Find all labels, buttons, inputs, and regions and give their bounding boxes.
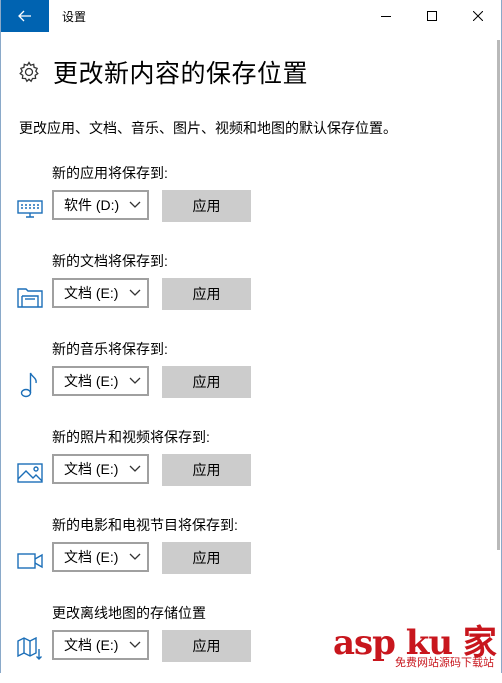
drive-dropdown[interactable]: 软件 (D:) bbox=[52, 190, 149, 220]
documents-folder-icon bbox=[15, 283, 45, 311]
drive-dropdown[interactable]: 文档 (E:) bbox=[52, 278, 149, 308]
save-location-photos: 新的照片和视频将保存到: 文档 (E:) 应用 bbox=[1, 427, 501, 507]
chevron-down-icon bbox=[129, 289, 141, 296]
dropdown-value: 文档 (E:) bbox=[64, 549, 119, 565]
gear-icon bbox=[19, 61, 39, 83]
apply-button[interactable]: 应用 bbox=[162, 630, 251, 662]
maximize-icon bbox=[427, 11, 437, 21]
apply-button[interactable]: 应用 bbox=[162, 278, 251, 310]
minimize-button[interactable] bbox=[363, 0, 409, 32]
page-description: 更改应用、文档、音乐、图片、视频和地图的默认保存位置。 bbox=[19, 120, 397, 136]
window-title: 设置 bbox=[62, 10, 87, 24]
close-icon bbox=[473, 11, 483, 21]
maximize-button[interactable] bbox=[409, 0, 455, 32]
save-location-music: 新的音乐将保存到: 文档 (E:) 应用 bbox=[1, 339, 501, 419]
chevron-down-icon bbox=[129, 641, 141, 648]
section-label: 新的音乐将保存到: bbox=[52, 341, 168, 357]
section-label: 新的电影和电视节目将保存到: bbox=[52, 517, 238, 533]
drive-dropdown[interactable]: 文档 (E:) bbox=[52, 542, 149, 572]
chevron-down-icon bbox=[129, 201, 141, 208]
apply-button[interactable]: 应用 bbox=[162, 366, 251, 398]
save-location-apps: 新的应用将保存到: 软件 (D:) 应用 bbox=[1, 163, 501, 243]
close-button[interactable] bbox=[455, 0, 501, 32]
drive-dropdown[interactable]: 文档 (E:) bbox=[52, 630, 149, 660]
drive-dropdown[interactable]: 文档 (E:) bbox=[52, 454, 149, 484]
picture-icon bbox=[15, 459, 45, 487]
drive-dropdown[interactable]: 文档 (E:) bbox=[52, 366, 149, 396]
title-bar: 设置 bbox=[1, 0, 501, 32]
scrollbar[interactable] bbox=[497, 40, 500, 550]
dropdown-value: 软件 (D:) bbox=[64, 197, 120, 213]
section-label: 新的照片和视频将保存到: bbox=[52, 429, 210, 445]
save-location-movies: 新的电影和电视节目将保存到: 文档 (E:) 应用 bbox=[1, 515, 501, 595]
dropdown-value: 文档 (E:) bbox=[64, 461, 119, 477]
save-location-offline-maps: 更改离线地图的存储位置 文档 (E:) 应用 bbox=[1, 603, 501, 683]
save-location-documents: 新的文档将保存到: 文档 (E:) 应用 bbox=[1, 251, 501, 331]
apply-button[interactable]: 应用 bbox=[162, 454, 251, 486]
dropdown-value: 文档 (E:) bbox=[64, 285, 119, 301]
apply-button[interactable]: 应用 bbox=[162, 190, 251, 222]
dropdown-value: 文档 (E:) bbox=[64, 373, 119, 389]
back-button[interactable] bbox=[1, 0, 49, 32]
video-camera-icon bbox=[15, 547, 45, 575]
section-label: 新的文档将保存到: bbox=[52, 253, 168, 269]
chevron-down-icon bbox=[129, 553, 141, 560]
settings-window: 设置 更改新内容的保存位置 更改应用、文档、音乐、图片、视频和地图的默认保存位置… bbox=[0, 0, 502, 673]
page-header: 更改新内容的保存位置 bbox=[17, 52, 308, 92]
back-arrow-icon bbox=[18, 10, 31, 22]
music-note-icon bbox=[15, 371, 45, 399]
chevron-down-icon bbox=[129, 465, 141, 472]
page-title: 更改新内容的保存位置 bbox=[53, 60, 309, 88]
section-label: 新的应用将保存到: bbox=[52, 165, 168, 181]
apply-button[interactable]: 应用 bbox=[162, 542, 251, 574]
chevron-down-icon bbox=[129, 377, 141, 384]
dropdown-value: 文档 (E:) bbox=[64, 637, 119, 653]
map-icon bbox=[15, 635, 45, 663]
section-label: 更改离线地图的存储位置 bbox=[52, 605, 206, 621]
monitor-icon bbox=[15, 195, 45, 223]
minimize-icon bbox=[381, 16, 391, 17]
